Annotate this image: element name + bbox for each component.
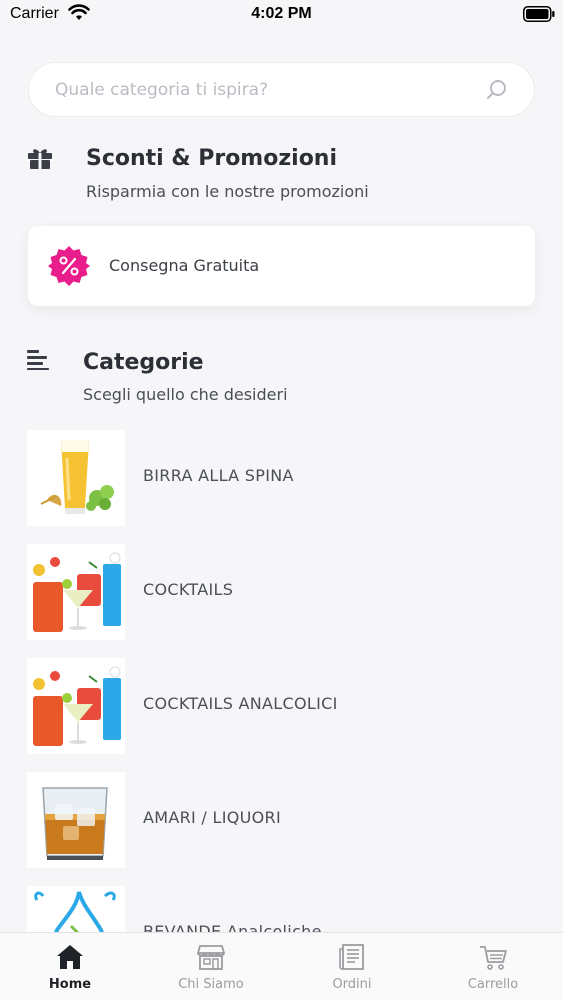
tab-bar: Home Chi Siamo Ordini Carrello (0, 932, 563, 1000)
category-label: BIRRA ALLA SPINA (143, 466, 294, 485)
category-label: COCKTAILS ANALCOLICI (143, 694, 338, 713)
tab-label: Ordini (332, 977, 372, 992)
promo-label: Consegna Gratuita (109, 256, 260, 275)
category-item-amari-liquori[interactable]: AMARI / LIQUORI (27, 772, 537, 868)
category-item-cocktails-analcolici[interactable]: COCKTAILS ANALCOLICI (27, 658, 537, 754)
receipt-icon (339, 944, 364, 970)
tab-carrello[interactable]: Carrello (423, 933, 563, 1000)
clock: 4:02 PM (251, 5, 312, 22)
promotions-title: Sconti & Promozioni (86, 146, 338, 171)
category-item-birra-alla-spina[interactable]: BIRRA ALLA SPINA (27, 430, 537, 526)
category-label: COCKTAILS (143, 580, 234, 599)
cocktail-glasses-image (27, 658, 125, 754)
battery-icon (523, 6, 555, 22)
category-item-cocktails[interactable]: COCKTAILS (27, 544, 537, 640)
beer-glass-image (27, 430, 125, 526)
tab-chi-siamo[interactable]: Chi Siamo (141, 933, 281, 1000)
search-icon[interactable] (486, 79, 508, 101)
promotions-subtitle: Risparmia con le nostre promozioni (86, 182, 369, 201)
tab-ordini[interactable]: Ordini (282, 933, 422, 1000)
tab-home[interactable]: Home (0, 933, 140, 1000)
categories-title: Categorie (83, 350, 204, 375)
tab-label: Chi Siamo (178, 977, 244, 992)
tab-label: Carrello (467, 977, 519, 992)
search-input[interactable] (55, 63, 475, 116)
tab-label: Home (48, 977, 92, 992)
whisky-glass-image (27, 772, 125, 868)
categories-subtitle: Scegli quello che desideri (83, 385, 288, 404)
cocktail-glasses-image (27, 544, 125, 640)
cart-icon (480, 946, 507, 970)
search-bar[interactable] (28, 62, 535, 117)
home-icon (57, 945, 83, 969)
status-bar: Carrier 4:02 PM (0, 0, 563, 30)
store-icon (197, 945, 225, 970)
category-label: AMARI / LIQUORI (143, 808, 281, 827)
promo-free-delivery-card[interactable]: Consegna Gratuita (28, 226, 535, 306)
list-icon (27, 350, 49, 370)
percent-badge-icon (48, 246, 90, 286)
gift-icon (28, 149, 52, 169)
